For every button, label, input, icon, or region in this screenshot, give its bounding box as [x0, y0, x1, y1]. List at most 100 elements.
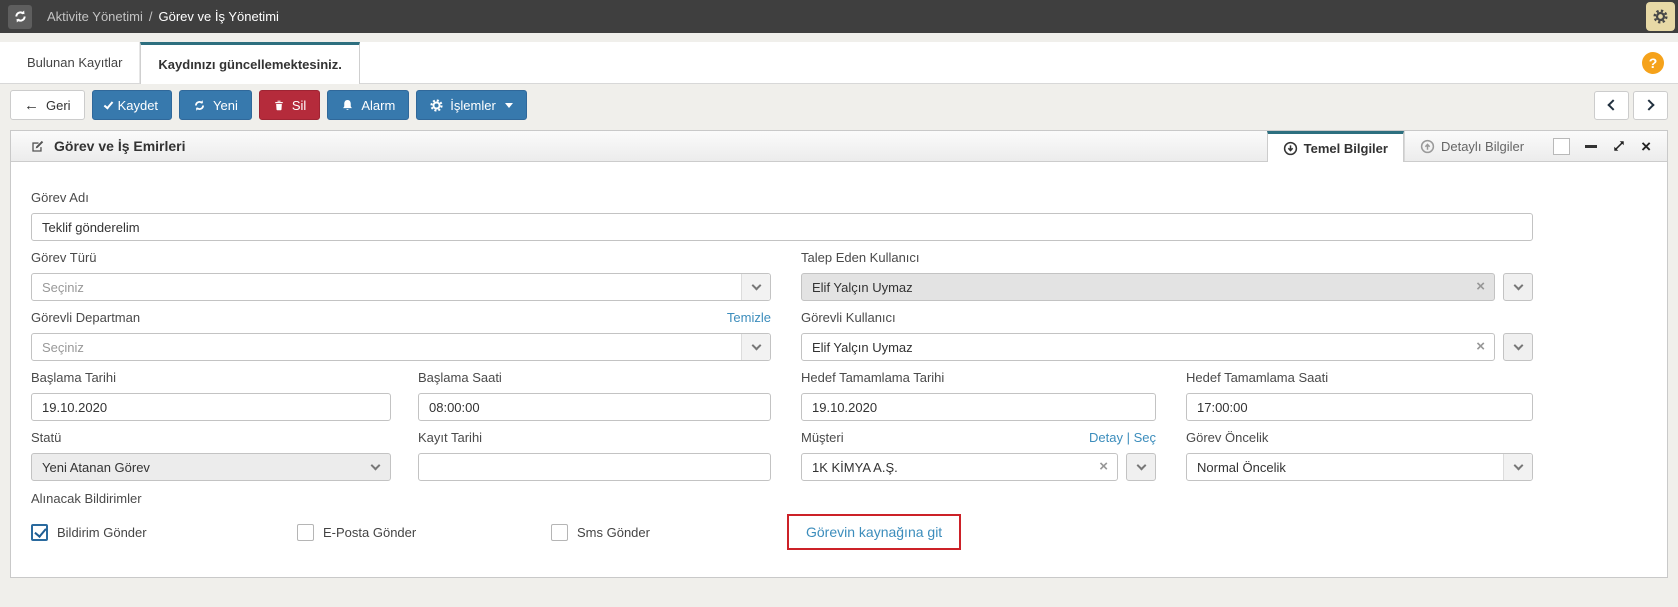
customer-detail-link[interactable]: Detay: [1089, 430, 1123, 445]
caret-down-icon: [504, 102, 513, 108]
customer-field[interactable]: 1K KİMYA A.Ş. ×: [801, 453, 1118, 481]
chevron-down-icon: [741, 334, 770, 360]
checkbox-send-sms[interactable]: Sms Gönder: [551, 523, 787, 541]
save-button-label: Kaydet: [117, 97, 159, 113]
back-button-label: Geri: [46, 97, 71, 113]
edit-icon: [30, 139, 45, 154]
task-type-select[interactable]: Seçiniz: [31, 273, 771, 301]
circle-down-icon: [1283, 141, 1298, 156]
bell-icon: [341, 99, 354, 112]
assigned-user-label: Görevli Kullanıcı: [801, 310, 896, 325]
save-button[interactable]: Kaydet: [91, 90, 173, 120]
assigned-user-value: Elif Yalçın Uymaz: [812, 339, 913, 355]
tab-detailed-info[interactable]: Detaylı Bilgiler: [1403, 131, 1539, 161]
customer-select-link[interactable]: Seç: [1134, 430, 1156, 445]
customer-value: 1K KİMYA A.Ş.: [812, 459, 898, 475]
checkbox-label: Sms Gönder: [577, 524, 650, 540]
gear-icon: [1653, 9, 1668, 24]
requesting-user-field[interactable]: Elif Yalçın Uymaz ×: [801, 273, 1495, 301]
task-name-input[interactable]: [31, 213, 1533, 241]
status-select[interactable]: Yeni Atanan Görev: [31, 453, 391, 481]
status-label: Statü: [31, 430, 62, 445]
breadcrumb-separator: /: [148, 9, 153, 24]
go-to-task-source-link[interactable]: Görevin kaynağına git: [806, 524, 942, 540]
checkbox-icon: [31, 523, 48, 541]
tab-updating-record-label: Kaydınızı güncellemektesiniz.: [158, 57, 342, 72]
checkbox-icon: [297, 523, 314, 541]
chevron-down-icon: [1513, 340, 1523, 351]
start-date-label: Başlama Tarihi: [31, 370, 117, 385]
alarm-button-label: Alarm: [361, 97, 396, 113]
tab-basic-info[interactable]: Temel Bilgiler: [1266, 131, 1404, 162]
toolbar: ← Geri Kaydet Yeni Sil Alarm İşlemler: [10, 90, 1668, 120]
requesting-user-label: Talep Eden Kullanıcı: [801, 250, 920, 265]
assigned-department-value: Seçiniz: [42, 339, 84, 355]
start-date-input[interactable]: [31, 393, 391, 421]
settings-button[interactable]: [1646, 2, 1675, 31]
previous-record-button[interactable]: [1594, 90, 1629, 120]
target-date-label: Hedef Tamamlama Tarihi: [801, 370, 945, 385]
chevron-down-icon: [361, 454, 390, 480]
notifications-label: Alınacak Bildirimler: [31, 491, 142, 506]
tab-found-records[interactable]: Bulunan Kayıtlar: [10, 42, 141, 83]
panel-title: Görev ve İş Emirleri: [54, 138, 186, 154]
refresh-icon: [13, 9, 28, 24]
start-time-label: Başlama Saati: [418, 370, 502, 385]
assigned-department-select[interactable]: Seçiniz: [31, 333, 771, 361]
tab-updating-record[interactable]: Kaydınızı güncellemektesiniz.: [140, 42, 360, 84]
panel-header: Görev ve İş Emirleri Temel Bilgiler Deta…: [11, 131, 1667, 162]
breadcrumb-section[interactable]: Aktivite Yönetimi: [47, 9, 143, 24]
chevron-right-icon: [1643, 99, 1655, 111]
alarm-button[interactable]: Alarm: [327, 90, 410, 120]
question-mark-icon: ?: [1648, 54, 1658, 71]
assigned-user-dropdown-button[interactable]: [1503, 333, 1533, 361]
form-body: Görev Adı Görev Türü Seçiniz Talep Eden …: [11, 162, 1667, 550]
customer-label: Müşteri: [801, 430, 844, 445]
chevron-down-icon: [1136, 460, 1146, 471]
square-toggle-icon[interactable]: [1553, 137, 1571, 155]
tab-basic-info-label: Temel Bilgiler: [1303, 140, 1388, 156]
record-date-input[interactable]: [418, 453, 771, 481]
priority-label: Görev Öncelik: [1186, 430, 1269, 445]
next-record-button[interactable]: [1633, 90, 1668, 120]
minimize-icon[interactable]: [1585, 144, 1598, 148]
task-panel: Görev ve İş Emirleri Temel Bilgiler Deta…: [10, 130, 1668, 578]
record-date-label: Kayıt Tarihi: [418, 430, 483, 445]
notifications-section: Alınacak Bildirimler Bildirim Gönder E-P…: [31, 491, 1647, 550]
check-icon: [103, 98, 113, 110]
record-tabstrip: Bulunan Kayıtlar Kaydınızı güncellemekte…: [0, 42, 1678, 84]
checkbox-send-email[interactable]: E-Posta Gönder: [297, 523, 551, 541]
app-logo-button[interactable]: [8, 4, 32, 29]
start-time-input[interactable]: [418, 393, 771, 421]
link-separator: |: [1126, 430, 1130, 445]
expand-icon[interactable]: [1612, 139, 1626, 153]
actions-dropdown-label: İşlemler: [450, 97, 496, 113]
checkbox-icon: [551, 523, 568, 541]
requesting-user-dropdown-button[interactable]: [1503, 273, 1533, 301]
help-button[interactable]: ?: [1642, 51, 1664, 74]
assigned-user-field[interactable]: Elif Yalçın Uymaz ×: [801, 333, 1495, 361]
circle-up-icon: [1420, 139, 1435, 154]
assigned-user-combo: Elif Yalçın Uymaz ×: [801, 333, 1533, 361]
tab-detailed-info-label: Detaylı Bilgiler: [1440, 138, 1525, 154]
customer-dropdown-button[interactable]: [1126, 453, 1156, 481]
clear-icon[interactable]: ×: [1476, 338, 1485, 356]
clear-department-link[interactable]: Temizle: [727, 310, 771, 325]
close-icon[interactable]: ×: [1641, 138, 1651, 155]
delete-button-label: Sil: [291, 97, 307, 113]
requesting-user-combo: Elif Yalçın Uymaz ×: [801, 273, 1533, 301]
new-button[interactable]: Yeni: [179, 90, 252, 120]
target-time-input[interactable]: [1186, 393, 1533, 421]
clear-icon[interactable]: ×: [1099, 458, 1108, 476]
checkbox-send-notification[interactable]: Bildirim Gönder: [31, 523, 297, 541]
task-name-label: Görev Adı: [31, 190, 89, 205]
actions-dropdown-button[interactable]: İşlemler: [416, 90, 527, 120]
target-date-input[interactable]: [801, 393, 1156, 421]
priority-value: Normal Öncelik: [1197, 459, 1286, 475]
delete-button[interactable]: Sil: [258, 90, 321, 120]
panel-title-wrap: Görev ve İş Emirleri: [11, 131, 186, 161]
priority-select[interactable]: Normal Öncelik: [1186, 453, 1533, 481]
back-button[interactable]: ← Geri: [10, 90, 85, 120]
clear-icon[interactable]: ×: [1476, 278, 1485, 296]
task-type-value: Seçiniz: [42, 279, 84, 295]
